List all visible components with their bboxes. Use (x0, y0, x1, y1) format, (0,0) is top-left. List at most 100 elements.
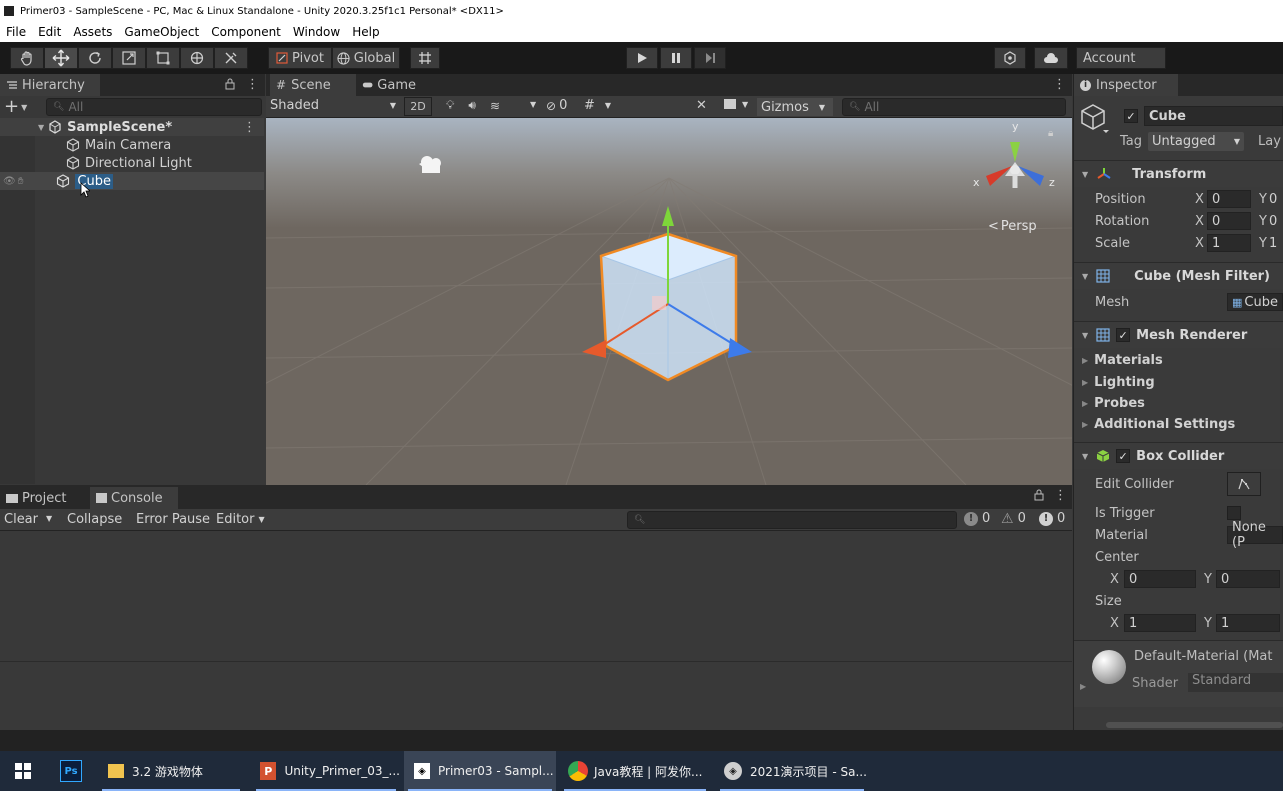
scale-y-value[interactable]: 1 (1269, 236, 1277, 251)
camera-settings-dropdown[interactable]: ▼ (724, 99, 748, 109)
tab-project[interactable]: Project (0, 487, 88, 509)
edit-collider-button[interactable] (1227, 472, 1261, 496)
tag-dropdown[interactable]: Untagged ▼ (1148, 132, 1244, 151)
lock-icon[interactable] (1034, 489, 1044, 501)
step-button[interactable] (694, 47, 726, 69)
error-pause-toggle[interactable]: Error Pause (136, 512, 210, 527)
lock-icon[interactable] (225, 78, 235, 90)
account-dropdown[interactable]: Account (1076, 47, 1166, 69)
editor-dropdown[interactable]: Editor ▼ (216, 512, 265, 527)
visibility-eye-icon[interactable]: 👁︎ (3, 176, 16, 187)
size-y-field[interactable]: 1 (1216, 614, 1280, 632)
pivot-toggle[interactable]: Pivot (268, 47, 332, 69)
menu-file[interactable]: File (0, 25, 32, 39)
clear-button[interactable]: Clear (4, 512, 38, 527)
draw-mode-dropdown[interactable]: Shaded ▼ (270, 98, 396, 113)
collab-button[interactable] (994, 47, 1026, 69)
tab-hierarchy[interactable]: Hierarchy (0, 74, 100, 96)
tools-icon[interactable]: ✕ (696, 98, 707, 113)
hidden-objects-toggle[interactable]: ⊘ 0 (546, 98, 567, 113)
lock-icon[interactable]: 🔒︎ (1048, 128, 1053, 139)
create-button[interactable]: + ▼ (4, 98, 27, 116)
move-tool-button[interactable] (44, 47, 78, 69)
box-collider-enabled-checkbox[interactable]: ✓ (1116, 449, 1131, 463)
object-name-field[interactable]: Cube (1144, 106, 1283, 126)
taskbar-item-unity[interactable]: ◈ Primer03 - Sampl... (404, 751, 556, 791)
y-axis-handle[interactable] (662, 206, 674, 226)
mesh-field[interactable]: ▦ Cube (1227, 293, 1283, 311)
probes-foldout[interactable]: ▶ Probes (1074, 393, 1283, 413)
shader-dropdown[interactable]: Standard (1188, 673, 1283, 692)
z-axis-handle[interactable] (728, 338, 752, 358)
cloud-button[interactable] (1034, 47, 1068, 69)
lighting-foldout[interactable]: ▶ Lighting (1074, 372, 1283, 392)
cube-object[interactable] (576, 196, 766, 386)
custom-tool-button[interactable] (214, 47, 248, 69)
rotation-y-value[interactable]: 0 (1269, 214, 1277, 229)
grid-snap-button[interactable] (410, 47, 440, 69)
lighting-toggle-icon[interactable]: 💡︎ (446, 98, 454, 113)
menu-window[interactable]: Window (287, 25, 346, 39)
audio-toggle-icon[interactable]: 🔊︎ (468, 98, 476, 113)
mesh-renderer-enabled-checkbox[interactable]: ✓ (1116, 328, 1131, 342)
taskbar-item-chrome[interactable]: Java教程 | 阿发你... (560, 751, 710, 791)
additional-settings-foldout[interactable]: ▶ Additional Settings (1074, 414, 1283, 434)
box-collider-header[interactable]: ▼ ✓ Box Collider (1074, 442, 1283, 469)
collapse-toggle[interactable]: Collapse (67, 512, 122, 527)
console-search-input[interactable]: 🔍︎ (627, 511, 957, 529)
active-checkbox[interactable]: ✓ (1124, 109, 1138, 123)
rect-tool-button[interactable] (146, 47, 180, 69)
rotation-x-field[interactable]: 0 (1207, 212, 1251, 230)
center-x-field[interactable]: 0 (1124, 570, 1196, 588)
menu-gameobject[interactable]: GameObject (118, 25, 205, 39)
menu-edit[interactable]: Edit (32, 25, 67, 39)
play-button[interactable] (626, 47, 658, 69)
error-filter-toggle[interactable]: ! 0 (1039, 511, 1065, 526)
rotate-tool-button[interactable] (78, 47, 112, 69)
2d-toggle[interactable]: 2D (404, 97, 432, 116)
collider-material-field[interactable]: None (P (1227, 520, 1283, 550)
projection-toggle[interactable]: < Persp (988, 219, 1037, 234)
tab-console[interactable]: Console (90, 487, 178, 509)
materials-foldout[interactable]: ▶ Materials (1074, 350, 1283, 370)
global-toggle[interactable]: Global (332, 47, 400, 69)
scene-row[interactable]: ▼ SampleScene* ⋮ (0, 118, 264, 136)
hierarchy-item-directional-light[interactable]: Directional Light (0, 154, 264, 172)
pickable-hand-icon[interactable]: ✋︎ (18, 176, 24, 187)
scene-menu-icon[interactable]: ⋮ (243, 120, 256, 135)
menu-component[interactable]: Component (205, 25, 287, 39)
hierarchy-item-main-camera[interactable]: Main Camera (0, 136, 264, 154)
expand-arrow-icon[interactable]: ▶ (1080, 682, 1086, 691)
photoshop-taskbar-button[interactable]: Ps (50, 751, 92, 791)
warning-filter-toggle[interactable]: ⚠ 0 (1001, 511, 1026, 526)
mesh-renderer-header[interactable]: ▼ ✓ Mesh Renderer (1074, 321, 1283, 348)
effects-toggle-icon[interactable]: ≋ (490, 99, 500, 113)
taskbar-item-folder[interactable]: 3.2 游戏物体 (98, 751, 244, 791)
taskbar-item-powerpoint[interactable]: P Unity_Primer_03_... (252, 751, 400, 791)
mesh-filter-header[interactable]: ▼ Cube (Mesh Filter) (1074, 262, 1283, 289)
gizmos-dropdown[interactable]: Gizmos ▼ (757, 98, 833, 116)
more-options-icon[interactable]: ⋮ (246, 77, 259, 92)
pause-button[interactable] (660, 47, 692, 69)
hierarchy-item-cube[interactable]: 👁︎ ✋︎ Cube (0, 172, 264, 190)
center-y-field[interactable]: 0 (1216, 570, 1280, 588)
more-options-icon[interactable]: ⋮ (1054, 488, 1067, 503)
log-filter-toggle[interactable]: ! 0 (964, 511, 990, 526)
x-axis-handle[interactable] (582, 340, 606, 358)
is-trigger-checkbox[interactable] (1227, 506, 1241, 520)
expand-arrow-icon[interactable]: ▼ (38, 123, 44, 132)
inspector-scrollbar[interactable] (1106, 722, 1283, 728)
scene-search-input[interactable]: 🔍︎ All (842, 98, 1066, 116)
scale-x-field[interactable]: 1 (1207, 234, 1251, 252)
grid-toggle[interactable]: # ▼ (584, 98, 611, 113)
tab-inspector[interactable]: i Inspector (1074, 74, 1178, 96)
transform-tool-button[interactable] (180, 47, 214, 69)
menu-help[interactable]: Help (346, 25, 385, 39)
hierarchy-search-input[interactable]: 🔍︎ All (46, 98, 262, 116)
tab-game[interactable]: Game (356, 74, 426, 96)
tab-scene[interactable]: # Scene (270, 74, 356, 96)
clear-options-chevron-icon[interactable]: ▼ (46, 514, 52, 523)
transform-header[interactable]: ▼ Transform (1074, 160, 1283, 187)
position-x-field[interactable]: 0 (1207, 190, 1251, 208)
taskbar-item-unity-hub[interactable]: ◈ 2021演示项目 - Sa... (716, 751, 868, 791)
